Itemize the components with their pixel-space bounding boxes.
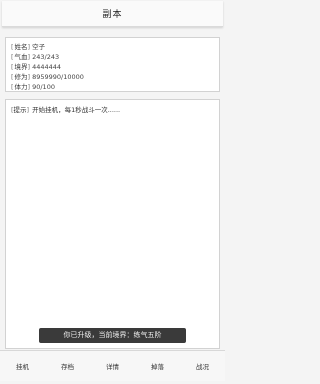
stat-label: 境界: [14, 63, 28, 71]
tab-details[interactable]: 详情: [103, 357, 122, 375]
stat-value: 243/243: [32, 53, 60, 61]
stat-row-name: [姓名] 空子: [11, 43, 46, 51]
stat-row-cultivation: [修为] 8959990/10000: [11, 73, 84, 81]
stats-panel: [姓名] 空子 [气血] 243/243 [境界] 4444444 [修为] 89599…: [5, 37, 220, 92]
app-root: 副本 [姓名] 空子 [气血] 243/243 [境界] 4444444 [修为] 89…: [0, 0, 225, 384]
stat-row-stamina: [体力] 90/100: [11, 83, 55, 91]
level-up-toast: 你已升级，当前境界：练气五阶: [39, 328, 186, 343]
log-message: 开始挂机，每1秒战斗一次......: [32, 106, 121, 114]
stat-label: 体力: [14, 83, 28, 91]
tab-battle[interactable]: 战况: [193, 357, 212, 375]
battle-log-panel[interactable]: [提示] 开始挂机，每1秒战斗一次......: [5, 99, 220, 349]
log-entry: [提示] 开始挂机，每1秒战斗一次......: [11, 106, 121, 114]
stat-value: 空子: [32, 43, 46, 51]
stat-value: 8959990/10000: [32, 73, 84, 81]
stat-value: 4444444: [32, 63, 62, 71]
tab-idle[interactable]: 挂机: [13, 357, 32, 375]
stat-row-hp: [气血] 243/243: [11, 53, 60, 61]
log-label: 提示: [13, 106, 27, 114]
stat-label: 修为: [14, 73, 28, 81]
tab-save[interactable]: 存档: [58, 357, 77, 375]
stat-row-realm: [境界] 4444444: [11, 63, 62, 71]
stat-label: 气血: [14, 53, 28, 61]
stat-value: 90/100: [32, 83, 55, 91]
tab-drops[interactable]: 掉落: [148, 357, 167, 375]
page-title: 副本: [102, 10, 123, 20]
top-bar: 副本: [2, 1, 223, 27]
bottom-nav: 挂机 存档 详情 掉落 战况: [0, 350, 225, 381]
stat-label: 姓名: [14, 43, 28, 51]
